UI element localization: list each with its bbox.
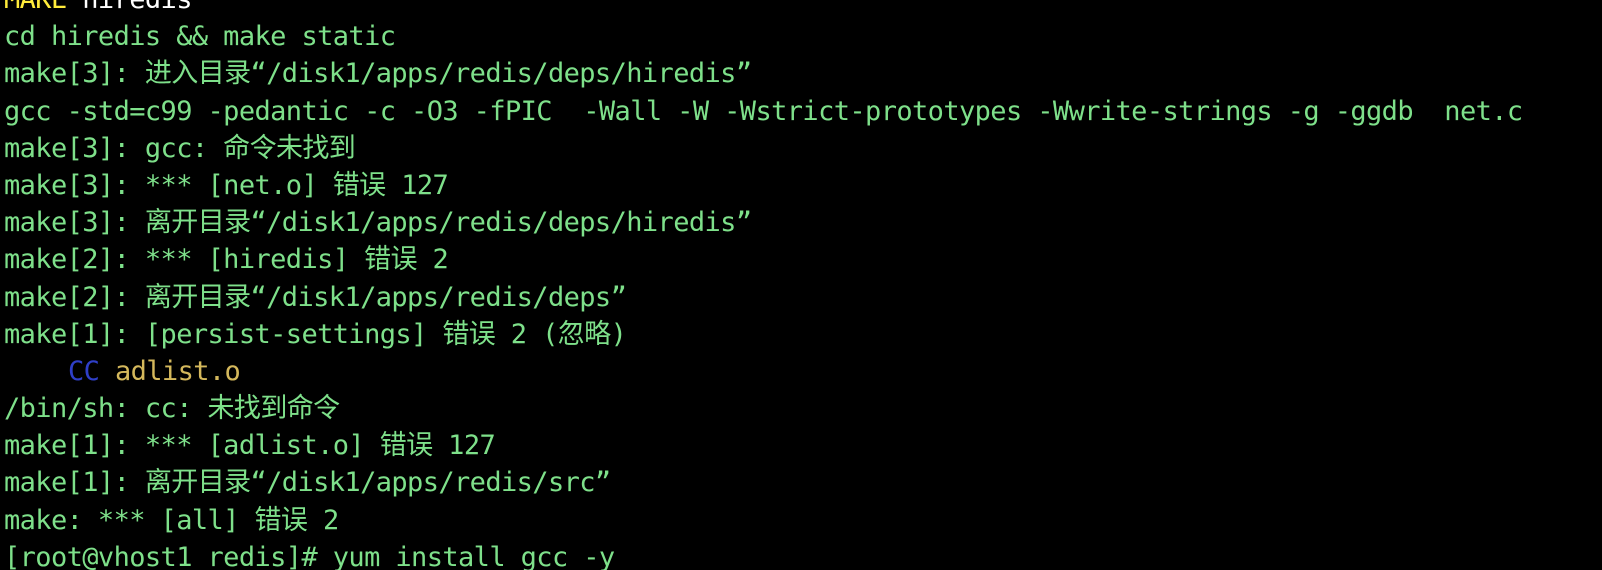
cc-label: CC — [68, 355, 100, 387]
terminal-line: make[3]: 进入目录“/disk1/apps/redis/deps/hir… — [4, 58, 752, 90]
terminal-line: make[3]: *** [net.o] 错误 127 — [4, 169, 449, 201]
terminal-window[interactable]: MAKE hiredis cd hiredis && make static m… — [0, 0, 1602, 570]
terminal-line: make[1]: [persist-settings] 错误 2 (忽略) — [4, 318, 627, 350]
terminal-line: make[1]: *** [adlist.o] 错误 127 — [4, 430, 496, 462]
terminal-line-cc: CC adlist.o — [4, 353, 1523, 390]
object-file: adlist.o — [114, 355, 241, 387]
shell-prompt-line[interactable]: [root@vhost1 redis]# yum install gcc -y — [4, 539, 1523, 570]
terminal-line: /bin/sh: cc: 未找到命令 — [4, 393, 340, 425]
terminal-line: make[2]: 离开目录“/disk1/apps/redis/deps” — [4, 281, 627, 313]
terminal-line: gcc -std=c99 -pedantic -c -O3 -fPIC -Wal… — [4, 95, 1523, 127]
terminal-line: make[2]: *** [hiredis] 错误 2 — [4, 244, 449, 276]
terminal-line: make[3]: gcc: 命令未找到 — [4, 132, 356, 164]
terminal-line: make[3]: 离开目录“/disk1/apps/redis/deps/hir… — [4, 207, 752, 239]
terminal-line: make: *** [all] 错误 2 — [4, 504, 339, 536]
make-target: hiredis — [67, 0, 192, 15]
terminal-line: cd hiredis && make static — [4, 21, 396, 53]
make-keyword: MAKE — [4, 0, 67, 15]
terminal-line: make[1]: 离开目录“/disk1/apps/redis/src” — [4, 467, 611, 499]
terminal-output: MAKE hiredis cd hiredis && make static m… — [4, 0, 1523, 570]
terminal-line-header: MAKE hiredis — [4, 0, 1523, 18]
